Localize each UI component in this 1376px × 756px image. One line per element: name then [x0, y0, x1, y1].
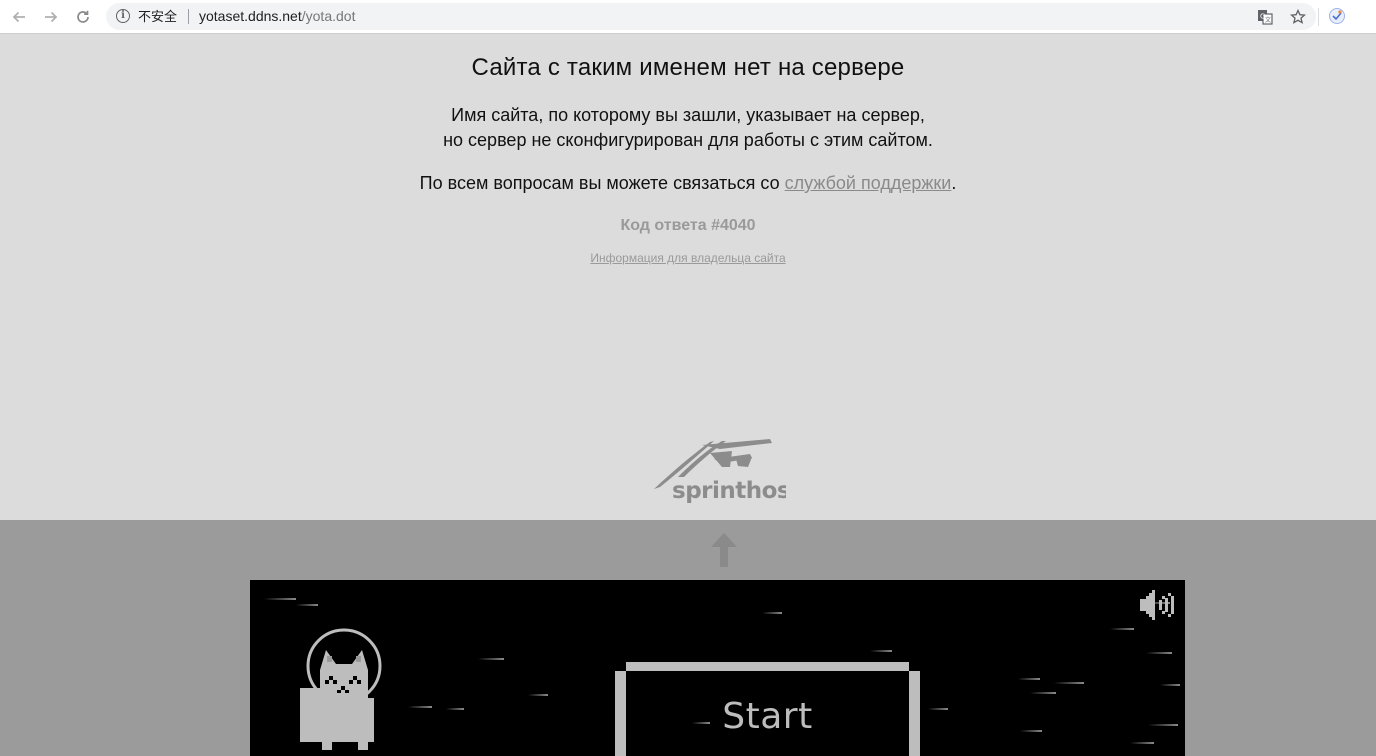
start-frame-top	[626, 662, 909, 671]
bookmark-star-icon[interactable]	[1289, 8, 1307, 26]
contact-text: По всем вопросам вы можете связаться со …	[0, 171, 1376, 196]
astronaut-cat-icon	[298, 628, 388, 756]
sound-icon[interactable]	[1138, 588, 1178, 622]
owner-info-link[interactable]: Информация для владельца сайта	[590, 251, 785, 265]
star	[446, 708, 464, 710]
support-link[interactable]: службой поддержки	[785, 173, 952, 193]
game-section: Start	[0, 520, 1376, 756]
browser-toolbar: i 不安全 yotaset.ddns.net/yota.dot G文	[0, 0, 1376, 34]
star	[1030, 692, 1056, 694]
error-page: Сайта с таким именем нет на сервере Имя …	[0, 34, 1376, 520]
star	[478, 658, 504, 660]
forward-arrow-icon[interactable]	[40, 6, 62, 28]
star	[408, 706, 432, 708]
up-arrow-icon[interactable]	[710, 532, 738, 568]
star	[264, 598, 296, 600]
star	[928, 708, 948, 710]
star	[1020, 730, 1042, 732]
url-text[interactable]: yotaset.ddns.net/yota.dot	[199, 8, 355, 25]
start-button[interactable]: Start	[615, 662, 920, 756]
star	[1146, 652, 1172, 654]
response-code: Код ответа #4040	[620, 217, 756, 234]
description-line-1: Имя сайта, по которому вы зашли, указыва…	[451, 105, 925, 125]
star	[1148, 724, 1178, 726]
back-arrow-icon[interactable]	[8, 6, 30, 28]
contact-suffix: .	[951, 173, 957, 193]
start-label: Start	[722, 696, 813, 737]
url-path: /yota.dot	[301, 8, 356, 24]
security-label[interactable]: 不安全	[138, 8, 177, 25]
contact-prefix: По всем вопросам вы можете связаться со	[419, 173, 785, 193]
description-line-2: но сервер не сконфигурирован для работы …	[443, 130, 933, 150]
star	[1018, 678, 1040, 680]
info-icon[interactable]: i	[116, 9, 130, 23]
star	[1160, 684, 1180, 686]
address-bar[interactable]: i 不安全 yotaset.ddns.net/yota.dot G文	[106, 3, 1316, 30]
address-divider	[188, 9, 189, 24]
error-description: Имя сайта, по которому вы зашли, указыва…	[0, 103, 1376, 153]
toolbar-divider	[1318, 8, 1319, 26]
star	[870, 650, 892, 652]
sprinthost-logo[interactable]: sprinthost	[652, 437, 802, 504]
game-canvas[interactable]: Start	[250, 580, 1185, 756]
star	[1110, 628, 1134, 630]
svg-text:文: 文	[1265, 16, 1271, 24]
reload-icon[interactable]	[72, 6, 94, 28]
star	[1054, 682, 1084, 684]
url-host: yotaset.ddns.net	[199, 8, 302, 24]
owner-info: Информация для владельца сайта	[0, 251, 1376, 265]
star	[1130, 742, 1154, 744]
logo-text: sprinthost	[672, 478, 786, 503]
extension-icon[interactable]	[1328, 7, 1346, 25]
page-title: Сайта с таким именем нет на сервере	[471, 54, 905, 81]
star	[762, 612, 782, 614]
star	[528, 694, 548, 696]
translate-icon[interactable]: G文	[1256, 8, 1274, 26]
star	[296, 604, 318, 606]
